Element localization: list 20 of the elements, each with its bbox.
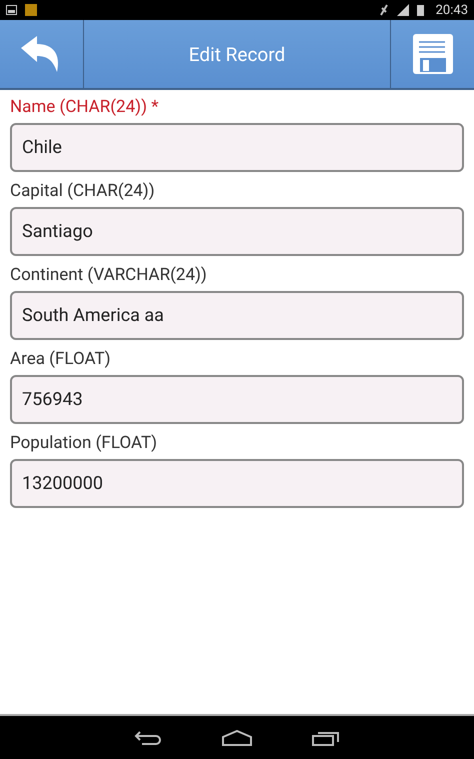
signal-icon [396,4,409,16]
field-label: Continent (VARCHAR(24)) [10,264,208,286]
field-label: Area (FLOAT) [10,348,112,370]
field-label: Population (FLOAT) [10,432,158,454]
text-field[interactable]: South America aa [10,291,464,340]
image-icon [6,5,17,15]
battery-icon [416,4,424,16]
text-field[interactable]: Chile [10,123,464,172]
mute-icon [378,4,389,16]
clock-time: 20:43 [436,2,468,18]
text-field[interactable]: 13200000 [10,459,464,508]
screen-title: Edit Record [188,42,286,68]
recent-apps-icon[interactable] [312,730,340,746]
field-label: Capital (CHAR(24)) [10,180,156,202]
app-icon [25,4,37,16]
text-field[interactable]: 756943 [10,375,464,424]
back-icon[interactable] [134,730,162,746]
text-field[interactable]: Santiago [10,207,464,256]
field-label: Name (CHAR(24)) * [10,96,160,118]
home-icon[interactable] [222,730,252,746]
